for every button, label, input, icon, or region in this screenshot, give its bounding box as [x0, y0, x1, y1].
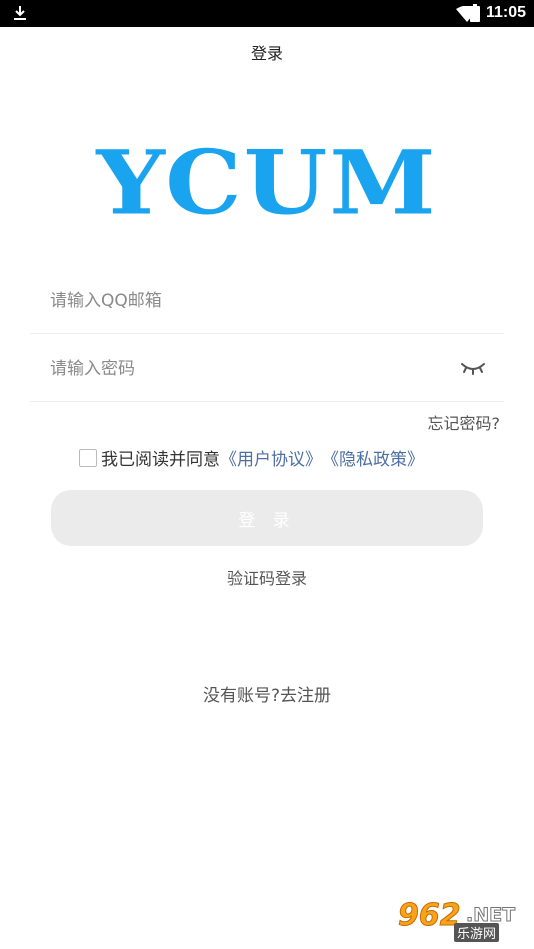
agreement-row: 我已阅读并同意 《用户协议》 《隐私政策》: [79, 445, 424, 470]
agree-checkbox[interactable]: [79, 448, 97, 467]
login-button[interactable]: 登 录: [51, 490, 483, 546]
register-link[interactable]: 去注册: [280, 686, 331, 706]
page-title: 登录: [250, 44, 283, 63]
user-agreement-link[interactable]: 《用户协议》: [220, 445, 322, 470]
watermark-sub: 乐游网: [454, 923, 500, 942]
app-logo: YCUM: [96, 130, 438, 235]
watermark-number: 962: [398, 898, 462, 934]
status-time: 11:05: [486, 4, 527, 21]
privacy-policy-link[interactable]: 《隐私政策》: [322, 445, 424, 470]
email-input[interactable]: [50, 268, 460, 334]
site-watermark: 962 .NET 乐游网: [394, 898, 530, 944]
download-icon: [14, 6, 26, 20]
register-row: 没有账号?去注册: [0, 681, 534, 706]
email-field: [30, 268, 504, 334]
password-field: [30, 336, 504, 402]
code-login-link[interactable]: 验证码登录: [0, 565, 534, 589]
forgot-password-link[interactable]: 忘记密码?: [428, 410, 501, 434]
battery-icon: [470, 4, 480, 22]
eye-closed-icon[interactable]: [460, 360, 486, 376]
register-prompt: 没有账号?: [202, 686, 281, 706]
status-bar: 11:05: [0, 0, 534, 27]
password-input[interactable]: [50, 336, 460, 402]
agree-text: 我已阅读并同意: [101, 450, 220, 470]
